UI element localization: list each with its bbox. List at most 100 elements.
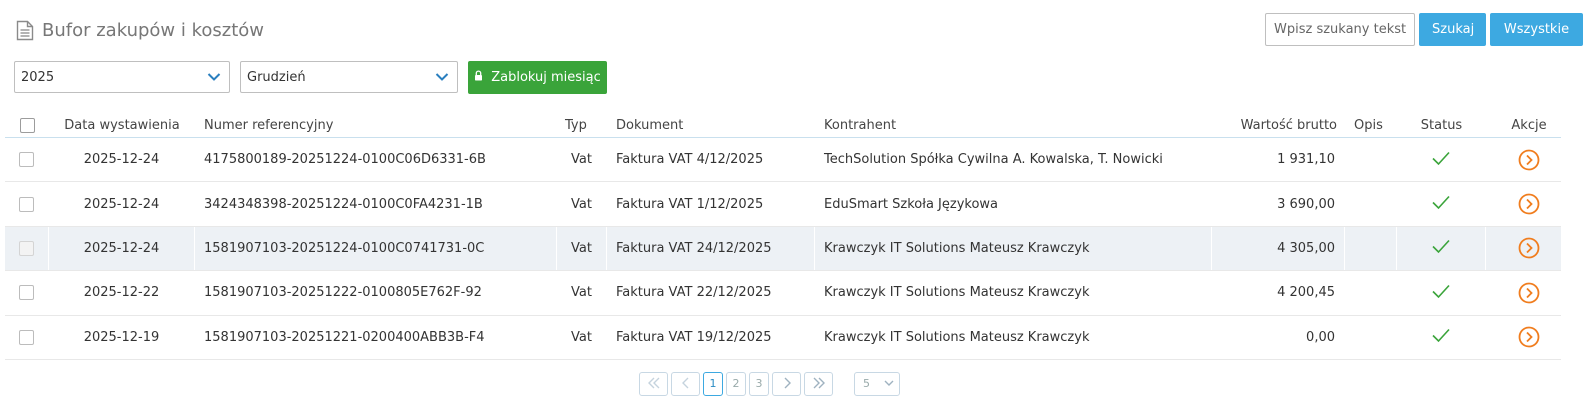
- column-header-document[interactable]: Dokument: [607, 118, 815, 133]
- filters-bar: 2025 Grudzień Zablokuj miesiąc: [14, 61, 607, 94]
- arrow-circle-right-icon[interactable]: [1518, 193, 1540, 215]
- arrow-circle-right-icon[interactable]: [1518, 282, 1540, 304]
- select-all-checkbox-cell: [5, 118, 49, 133]
- cell-document: Faktura VAT 24/12/2025: [607, 226, 815, 271]
- actions-cell: [1486, 316, 1572, 359]
- cell-date: 2025-12-24: [49, 226, 195, 271]
- cell-date: 2025-12-24: [83, 196, 160, 212]
- actions-cell: [1486, 226, 1572, 271]
- page-header: Bufor zakupów i kosztów: [16, 20, 264, 41]
- month-select[interactable]: Grudzień: [240, 61, 458, 93]
- document-icon: [16, 20, 34, 41]
- page-size-value: 5: [863, 377, 870, 390]
- column-header-actions: Akcje: [1511, 118, 1547, 133]
- actions-cell: [1486, 271, 1572, 314]
- cell-ref: 4175800189-20251224-0100C06D6331-6B: [204, 152, 486, 168]
- arrow-circle-right-icon[interactable]: [1518, 237, 1540, 259]
- status-cell: [1397, 271, 1486, 314]
- status-cell: [1397, 182, 1486, 225]
- lock-month-label: Zablokuj miesiąc: [491, 70, 601, 85]
- row-checkbox-cell: [5, 182, 49, 225]
- cell-gross-value: 4 305,00: [1212, 226, 1345, 271]
- status-cell: [1397, 316, 1486, 359]
- check-icon: [1431, 283, 1451, 303]
- chevron-down-icon: [435, 71, 449, 86]
- cell-ref: 1581907103-20251222-0100805E762F-92: [204, 285, 482, 301]
- chevron-down-icon: [884, 377, 894, 390]
- column-header-ref[interactable]: Numer referencyjny: [195, 118, 557, 133]
- table-row[interactable]: 2025-12-24 1581907103-20251224-0100C0741…: [5, 226, 1572, 272]
- lock-icon: [474, 70, 483, 85]
- row-checkbox[interactable]: [19, 240, 34, 256]
- page-1-button[interactable]: 1: [703, 372, 723, 396]
- actions-cell: [1486, 138, 1572, 181]
- cell-type: Vat: [557, 226, 607, 271]
- cell-gross-value: 0,00: [1306, 329, 1335, 345]
- arrow-circle-right-icon[interactable]: [1518, 149, 1540, 171]
- arrow-circle-right-icon[interactable]: [1518, 326, 1540, 348]
- last-page-icon: [812, 377, 826, 392]
- column-header-contractor[interactable]: Kontrahent: [815, 118, 1212, 133]
- cell-ref: 1581907103-20251221-0200400ABB3B-F4: [204, 329, 485, 345]
- column-header-type[interactable]: Typ: [557, 118, 607, 133]
- cell-type: Vat: [571, 196, 592, 212]
- table-row[interactable]: 2025-12-24 3424348398-20251224-0100C0FA4…: [5, 182, 1561, 227]
- row-checkbox[interactable]: [19, 196, 34, 212]
- cell-ref: 1581907103-20251224-0100C0741731-0C: [195, 226, 557, 271]
- row-checkbox-cell: [5, 271, 49, 314]
- pagination: 1 2 3 5: [639, 372, 900, 396]
- column-header-description[interactable]: Opis: [1345, 118, 1397, 133]
- next-page-button[interactable]: [772, 372, 801, 396]
- first-page-button[interactable]: [639, 372, 668, 396]
- purchase-buffer-page: Bufor zakupów i kosztów Szukaj Wszystkie…: [0, 0, 1591, 396]
- select-all-checkbox[interactable]: [19, 118, 35, 133]
- cell-contractor: Krawczyk IT Solutions Mateusz Krawczyk: [815, 226, 1212, 271]
- next-page-icon: [782, 377, 792, 392]
- invoices-table: Data wystawienia Numer referencyjny Typ …: [5, 114, 1572, 360]
- cell-contractor: TechSolution Spółka Cywilna A. Kowalska,…: [824, 152, 1163, 168]
- prev-page-button[interactable]: [671, 372, 700, 396]
- chevron-down-icon: [207, 71, 221, 86]
- page-size-select[interactable]: 5: [854, 372, 900, 396]
- row-checkbox[interactable]: [19, 285, 34, 301]
- cell-document: Faktura VAT 19/12/2025: [616, 329, 772, 345]
- cell-document: Faktura VAT 1/12/2025: [616, 196, 764, 212]
- cell-date: 2025-12-24: [83, 152, 160, 168]
- show-all-button[interactable]: Wszystkie: [1490, 13, 1583, 46]
- cell-date: 2025-12-19: [83, 329, 160, 345]
- cell-type: Vat: [571, 329, 592, 345]
- cell-document: Faktura VAT 22/12/2025: [616, 285, 772, 301]
- table-row[interactable]: 2025-12-24 4175800189-20251224-0100C06D6…: [5, 138, 1561, 183]
- cell-document: Faktura VAT 4/12/2025: [616, 152, 764, 168]
- check-icon: [1431, 327, 1451, 347]
- prev-page-icon: [681, 377, 691, 392]
- cell-contractor: Krawczyk IT Solutions Mateusz Krawczyk: [824, 285, 1090, 301]
- cell-description: [1345, 182, 1397, 225]
- table-row[interactable]: 2025-12-19 1581907103-20251221-0200400AB…: [5, 316, 1561, 360]
- cell-description: [1345, 271, 1397, 314]
- page-2-button[interactable]: 2: [726, 372, 746, 396]
- last-page-button[interactable]: [804, 372, 833, 396]
- cell-ref: 3424348398-20251224-0100C0FA4231-1B: [204, 196, 483, 212]
- search-input[interactable]: [1265, 13, 1415, 46]
- cell-type: Vat: [571, 285, 592, 301]
- row-checkbox-cell: [5, 226, 49, 271]
- column-header-date[interactable]: Data wystawienia: [49, 118, 195, 133]
- search-area: Szukaj Wszystkie: [1265, 13, 1583, 46]
- search-button[interactable]: Szukaj: [1419, 13, 1486, 46]
- cell-date: 2025-12-22: [83, 285, 160, 301]
- page-3-button[interactable]: 3: [749, 372, 769, 396]
- month-select-value: Grudzień: [247, 69, 306, 85]
- row-checkbox[interactable]: [19, 329, 34, 345]
- column-header-gross-value[interactable]: Wartość brutto: [1212, 118, 1345, 133]
- column-header-status: Status: [1420, 118, 1463, 133]
- lock-month-button[interactable]: Zablokuj miesiąc: [468, 61, 607, 94]
- actions-cell: [1486, 182, 1572, 225]
- year-select[interactable]: 2025: [14, 61, 230, 93]
- year-select-value: 2025: [21, 69, 55, 85]
- row-checkbox[interactable]: [19, 152, 34, 168]
- cell-gross-value: 1 931,10: [1277, 152, 1335, 168]
- status-cell: [1397, 138, 1486, 181]
- table-row[interactable]: 2025-12-22 1581907103-20251222-0100805E7…: [5, 271, 1561, 316]
- status-cell: [1397, 226, 1486, 271]
